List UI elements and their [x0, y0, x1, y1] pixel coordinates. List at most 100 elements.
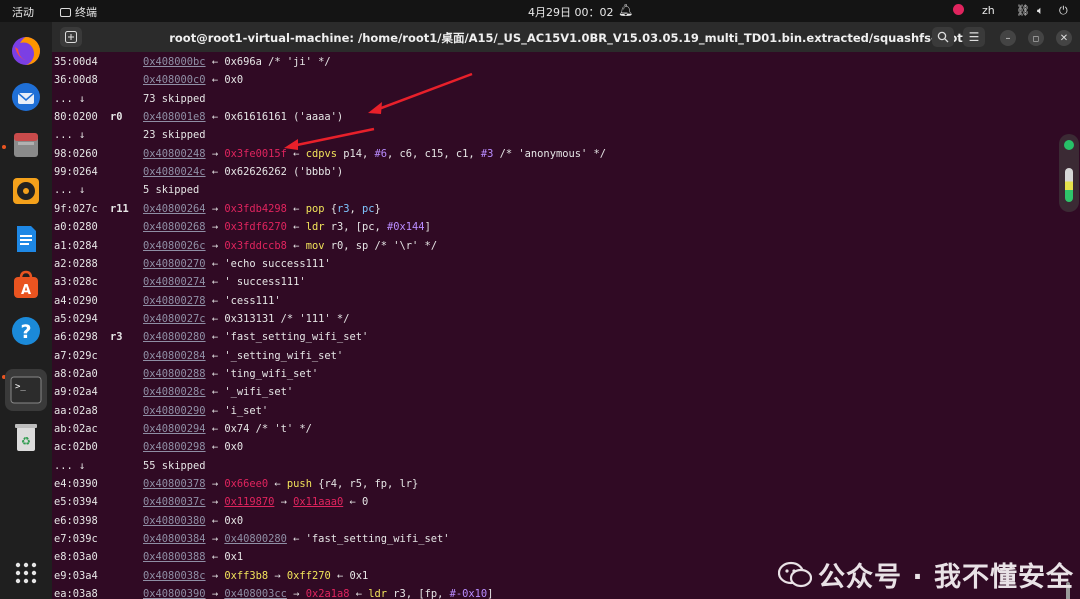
clock[interactable]: 4月29日 00：02	[528, 4, 614, 20]
close-button[interactable]: ✕	[1056, 30, 1072, 46]
address-link[interactable]: 0x40800380	[143, 515, 206, 527]
hamburger-icon: ☰	[968, 30, 980, 44]
token-redu: 0x11aaa0	[293, 496, 344, 509]
token-text: 5 skipped	[143, 184, 200, 197]
address-link[interactable]: 0x4080027c	[143, 313, 206, 325]
address-link[interactable]: 0x40800378	[143, 478, 206, 490]
token-text: ← 0	[343, 496, 369, 509]
line-offset: a8:02a0	[54, 367, 98, 380]
token-text: r0, sp /* '\r' */	[324, 239, 438, 252]
token-text: ,	[349, 202, 363, 215]
activities-button[interactable]: 活动	[12, 4, 34, 20]
token-text: →	[205, 221, 225, 234]
files-icon[interactable]	[8, 127, 44, 163]
address-link[interactable]: 0x40800290	[143, 405, 206, 417]
firefox-icon[interactable]	[8, 33, 44, 69]
search-button[interactable]	[932, 27, 954, 47]
line-content: 0x40800390 → 0x408003cc → 0x2a1a8 ← ldr …	[143, 585, 493, 599]
token-addrc: 0x408003cc	[224, 588, 287, 599]
address-link[interactable]: 0x40800384	[143, 533, 206, 545]
token-text: →	[286, 588, 306, 599]
token-text: ←	[268, 478, 287, 491]
dock: A ? >_ ♻	[0, 22, 52, 599]
line-content: 0x40800278 ← 'cess111'	[143, 292, 281, 310]
address-link[interactable]: 0x408000c0	[143, 74, 206, 86]
address-link[interactable]: 0x40800274	[143, 276, 206, 288]
address-link[interactable]: 0x40800284	[143, 350, 206, 362]
token-num: #-0x10	[449, 588, 488, 599]
address-link[interactable]: 0x40800278	[143, 295, 206, 307]
address-link[interactable]: 0x40800280	[143, 331, 206, 343]
writer-icon[interactable]	[8, 221, 44, 257]
rhythmbox-icon[interactable]	[8, 173, 44, 209]
status-stop-icon[interactable]	[953, 4, 964, 18]
title-bar: root@root1-virtual-machine: /home/root1/…	[52, 22, 1080, 52]
token-text: →	[205, 478, 225, 491]
token-red: 0x2a1a8	[305, 588, 350, 599]
token-ins: push	[286, 478, 312, 491]
bell-icon[interactable]: 🔔︎	[618, 3, 633, 17]
address-link[interactable]: 0x40800264	[143, 203, 206, 215]
address-link[interactable]: 0x40800268	[143, 221, 206, 233]
token-text: ← 0x61616161 ('aaaa')	[205, 111, 344, 124]
token-text: →	[274, 496, 294, 509]
address-link[interactable]: 0x4080026c	[143, 240, 206, 252]
token-text: →	[205, 569, 225, 582]
address-link[interactable]: 0x408001e8	[143, 111, 206, 123]
token-text: ← 0x0	[205, 74, 244, 87]
maximize-button[interactable]: ◻	[1028, 30, 1044, 46]
power-icon[interactable]: ⏻	[1059, 4, 1068, 18]
token-text: /* 'anonymous' */	[493, 147, 606, 160]
token-red: 0x3fddccb8	[224, 239, 287, 252]
line-offset: e8:03a0	[54, 551, 98, 564]
token-ins: ldr	[305, 221, 325, 234]
token-text: →	[205, 239, 225, 252]
token-text: 23 skipped	[143, 129, 206, 142]
volume-icon[interactable]: 🔈︎	[1037, 4, 1044, 18]
menu-button[interactable]: ☰	[963, 27, 985, 47]
maximize-icon: ◻	[1032, 33, 1040, 43]
token-regname: pc	[362, 202, 375, 215]
address-link[interactable]: 0x40800248	[143, 148, 206, 160]
address-link[interactable]: 0x408000bc	[143, 56, 206, 68]
input-language[interactable]: zh	[982, 4, 995, 17]
token-text: ←	[286, 202, 306, 215]
token-text: ← 0x0	[205, 441, 244, 454]
token-text: ← 'cess111'	[205, 294, 281, 307]
network-icon[interactable]: ⛓	[1016, 4, 1030, 17]
line-content: 0x40800248 → 0x3fe0015f ← cdpvs p14, #6,…	[143, 145, 606, 163]
terminal-icon[interactable]: >_	[5, 369, 47, 411]
token-text: p14,	[336, 147, 375, 160]
address-link[interactable]: 0x4080038c	[143, 570, 206, 582]
address-link[interactable]: 0x40800270	[143, 258, 206, 270]
token-regname: r3	[336, 202, 350, 215]
token-text: ← ' success111'	[205, 276, 306, 289]
thunderbird-icon[interactable]	[8, 79, 44, 115]
address-link[interactable]: 0x4080037c	[143, 496, 206, 508]
address-link[interactable]: 0x40800294	[143, 423, 206, 435]
show-apps-icon[interactable]	[8, 555, 44, 591]
address-link[interactable]: 0x40800390	[143, 588, 206, 599]
address-link[interactable]: 0x40800288	[143, 368, 206, 380]
trash-icon[interactable]: ♻	[8, 419, 44, 455]
address-link[interactable]: 0x4080028c	[143, 386, 206, 398]
app-menu[interactable]: 终端	[60, 4, 97, 20]
line-offset: a3:028c	[54, 276, 98, 289]
token-text: →	[205, 533, 225, 546]
address-link[interactable]: 0x40800298	[143, 441, 206, 453]
line-content: 0x40800284 ← '_setting_wifi_set'	[143, 347, 343, 365]
address-link[interactable]: 0x4080024c	[143, 166, 206, 178]
window-title: root@root1-virtual-machine: /home/root1/…	[169, 31, 963, 45]
terminal-output[interactable]: 35:00d4 0x408000bc ← 0x696a /* 'ji' */ 36:…	[52, 52, 1062, 599]
running-indicator	[2, 145, 6, 149]
app-center-icon[interactable]: A	[8, 267, 44, 303]
minimize-button[interactable]: –	[1000, 30, 1016, 46]
token-num: #6	[374, 147, 388, 160]
line-content: 0x40800384 → 0x40800280 ← 'fast_setting_…	[143, 530, 450, 548]
watermark: 公众号 · 我不懂安全	[777, 555, 1075, 596]
address-link[interactable]: 0x40800388	[143, 551, 206, 563]
watermark-text: 公众号 · 我不懂安全	[818, 562, 1075, 593]
line-offset: a9:02a4	[54, 386, 98, 399]
help-icon[interactable]: ?	[8, 313, 44, 349]
line-offset: ab:02ac	[54, 423, 98, 435]
